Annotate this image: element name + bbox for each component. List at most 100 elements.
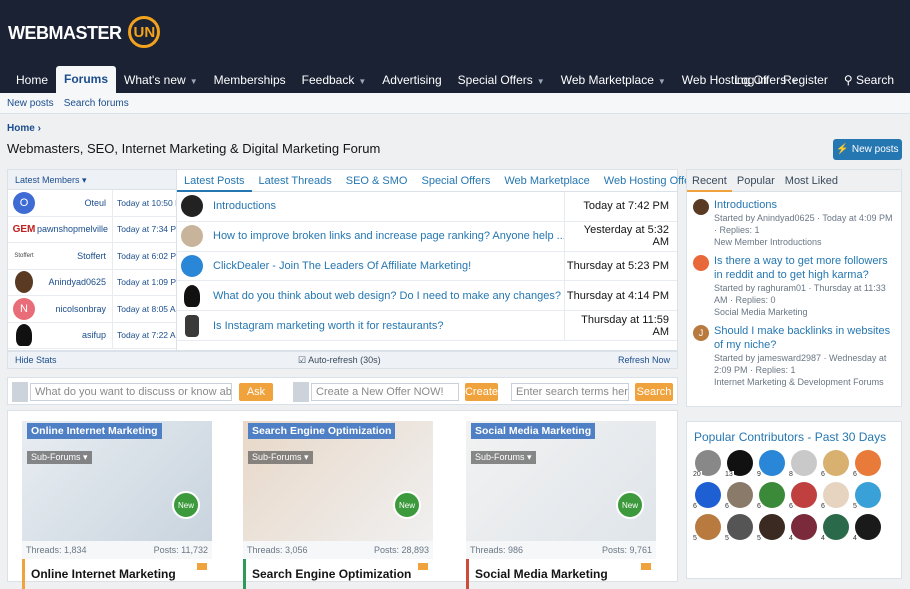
chevron-right-icon: ›	[37, 123, 41, 134]
avatar[interactable]: 8	[788, 450, 817, 478]
tab-web-marketplace[interactable]: Web Marketplace	[497, 175, 596, 187]
tab-latest-posts[interactable]: Latest Posts	[177, 170, 252, 192]
create-button[interactable]: Create	[465, 383, 498, 401]
avatar[interactable]: 9	[756, 450, 785, 478]
avatar[interactable]: 6	[756, 482, 785, 510]
forum-link[interactable]: Social Media Marketing	[714, 306, 895, 318]
recent-thread-title[interactable]: Is there a way to get more followers in …	[714, 254, 895, 282]
forum-link[interactable]: New Member Introductions	[714, 236, 895, 248]
avatar[interactable]: 5	[756, 514, 785, 542]
nav-special-offers[interactable]: Special Offers ▼	[450, 68, 553, 93]
forum-title[interactable]: Online Internet Marketing	[22, 559, 217, 589]
avatar[interactable]: 20	[692, 450, 721, 478]
post-row[interactable]: Introductions Today at 7:42 PM	[177, 192, 677, 222]
nav-forums[interactable]: Forums	[56, 66, 117, 93]
sub-forums-dropdown[interactable]: Sub-Forums ▾	[471, 451, 536, 464]
avatar[interactable]: 4	[820, 514, 849, 542]
forum-title[interactable]: Social Media Marketing	[466, 559, 661, 589]
login-link[interactable]: Log in	[726, 68, 775, 93]
avatar	[177, 192, 207, 221]
avatar[interactable]: 5	[852, 482, 881, 510]
nav-whats-new[interactable]: What's new ▼	[116, 68, 206, 93]
member-row[interactable]: StoffertStoffertToday at 6:02 PM	[8, 243, 176, 270]
refresh-now-link[interactable]: Refresh Now	[618, 355, 670, 365]
member-row[interactable]: NnicolsonbrayToday at 8:05 AM	[8, 296, 176, 323]
tab-most-liked[interactable]: Most Liked	[780, 170, 843, 192]
rss-icon	[418, 563, 428, 570]
chevron-down-icon: ▼	[189, 77, 198, 86]
avatar[interactable]: 5	[692, 514, 721, 542]
avatar[interactable]: 4	[852, 514, 881, 542]
tab-special-offers[interactable]: Special Offers	[414, 175, 497, 187]
avatar[interactable]: 6	[852, 450, 881, 478]
sun-icon: UN	[122, 10, 166, 56]
search-terms-input[interactable]: Enter search terms here	[511, 383, 629, 401]
site-logo[interactable]: WEBMASTER UN	[8, 10, 166, 56]
avatar[interactable]: 6	[788, 482, 817, 510]
forum-card[interactable]: Online Internet Marketing Sub-Forums ▾ N…	[22, 421, 217, 589]
nav-advertising[interactable]: Advertising	[374, 68, 449, 93]
recent-thread-title[interactable]: Introductions	[714, 198, 895, 212]
forum-card[interactable]: Search Engine Optimization Sub-Forums ▾ …	[243, 421, 438, 589]
avatar	[177, 311, 207, 340]
tab-latest-threads[interactable]: Latest Threads	[252, 175, 339, 187]
avatar	[177, 252, 207, 281]
register-link[interactable]: Register	[775, 68, 836, 93]
page-title: Webmasters, SEO, Internet Marketing & Di…	[7, 141, 381, 156]
contributors-grid: 20 13 9 8 6 6 6 6 6 6 6 5 5 5 5 4 4 4	[687, 450, 901, 542]
avatar: N	[11, 297, 37, 321]
tab-popular[interactable]: Popular	[732, 170, 780, 192]
recent-thread-title[interactable]: Should I make backlinks in websites of m…	[714, 324, 895, 352]
quick-actions-bar: What do you want to discuss or know abou…	[7, 377, 678, 405]
new-posts-button[interactable]: ⚡ New posts	[833, 139, 902, 160]
breadcrumb[interactable]: Home ›	[7, 123, 41, 134]
avatar[interactable]: 6	[820, 450, 849, 478]
chevron-down-icon: ▼	[358, 77, 367, 86]
forum-stats: Threads: 986 Posts: 9,761	[466, 541, 656, 559]
bolt-icon: ⚡	[836, 144, 849, 155]
avatar[interactable]: 5	[724, 514, 753, 542]
nav-feedback[interactable]: Feedback ▼	[294, 68, 375, 93]
avatar[interactable]: 6	[692, 482, 721, 510]
sub-forums-dropdown[interactable]: Sub-Forums ▾	[248, 451, 313, 464]
new-posts-link[interactable]: New posts	[7, 98, 54, 109]
recent-tabs: Recent Popular Most Liked	[687, 170, 901, 192]
avatar	[693, 199, 709, 215]
avatar[interactable]: 13	[724, 450, 753, 478]
nav-home[interactable]: Home	[8, 68, 56, 93]
ask-button[interactable]: Ask	[239, 383, 273, 401]
search-link[interactable]: ⚲ Search	[836, 68, 902, 93]
nav-web-marketplace[interactable]: Web Marketplace ▼	[553, 68, 674, 93]
hide-stats-link[interactable]: Hide Stats	[15, 355, 57, 365]
avatar: J	[693, 325, 709, 341]
caret-down-icon: ▾	[82, 175, 87, 185]
tab-recent[interactable]: Recent	[687, 170, 732, 192]
auto-refresh-toggle[interactable]: ☑ Auto-refresh (30s)	[298, 355, 381, 366]
new-badge: New	[393, 491, 421, 519]
avatar[interactable]: 6	[820, 482, 849, 510]
offer-input[interactable]: Create a New Offer NOW!	[311, 383, 459, 401]
user-icon	[293, 382, 309, 402]
post-row[interactable]: How to improve broken links and increase…	[177, 221, 677, 252]
sub-forums-dropdown[interactable]: Sub-Forums ▾	[27, 451, 92, 464]
latest-members-header[interactable]: Latest Members ▾	[8, 170, 176, 190]
member-row[interactable]: Anindyad0625Today at 1:09 PM	[8, 269, 176, 296]
search-button[interactable]: Search	[635, 383, 673, 401]
post-row[interactable]: Is Instagram marketing worth it for rest…	[177, 311, 677, 341]
member-row[interactable]: asifupToday at 7:22 AM	[8, 322, 176, 349]
nav-memberships[interactable]: Memberships	[206, 68, 294, 93]
post-row[interactable]: ClickDealer - Join The Leaders Of Affili…	[177, 251, 677, 282]
discuss-input[interactable]: What do you want to discuss or know abou…	[30, 383, 232, 401]
logo-text: WEBMASTER	[8, 22, 122, 43]
post-row[interactable]: What do you think about web design? Do I…	[177, 281, 677, 312]
avatar[interactable]: 4	[788, 514, 817, 542]
forum-title[interactable]: Search Engine Optimization	[243, 559, 438, 589]
tab-seo-smo[interactable]: SEO & SMO	[339, 175, 415, 187]
avatar[interactable]: 6	[724, 482, 753, 510]
search-forums-link[interactable]: Search forums	[64, 98, 129, 109]
forum-link[interactable]: Internet Marketing & Development Forums	[714, 376, 895, 388]
forum-card[interactable]: Social Media Marketing Sub-Forums ▾ New …	[466, 421, 661, 589]
member-row[interactable]: OOteulToday at 10:50 PM	[8, 190, 176, 217]
sub-nav: New posts Search forums	[0, 93, 910, 114]
member-row[interactable]: GEMpawnshopmelvilleToday at 7:34 PM	[8, 216, 176, 243]
